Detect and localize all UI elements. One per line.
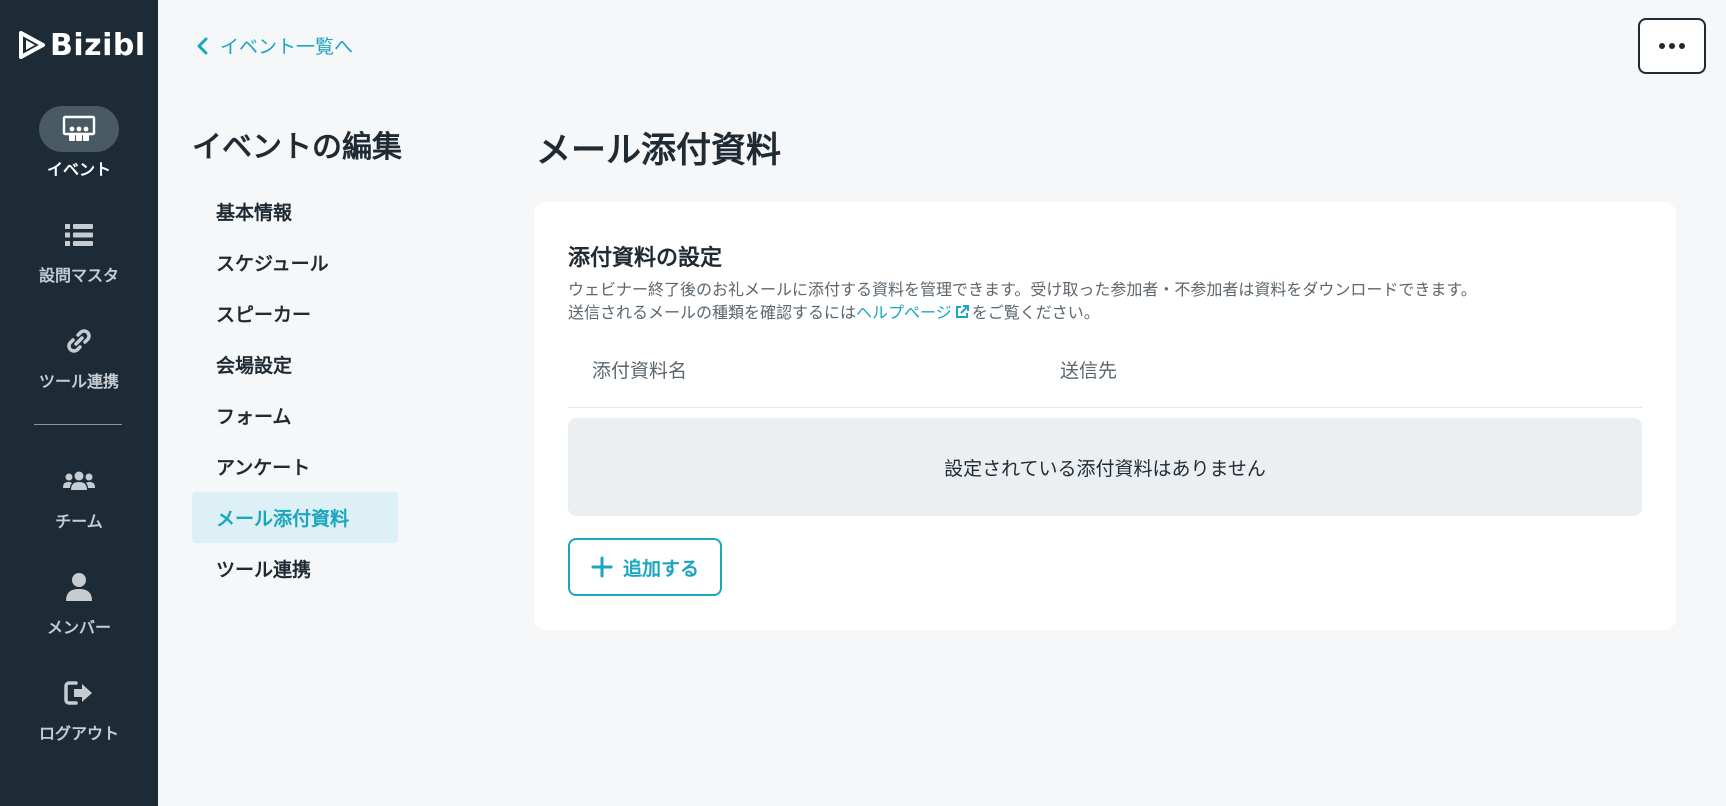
sidebar-item-label: チーム (55, 512, 103, 531)
attachment-settings-card: 添付資料の設定 ウェビナー終了後のお礼メールに添付する資料を管理できます。受け取… (534, 202, 1676, 630)
back-to-event-list-link[interactable]: イベント一覧へ (196, 32, 353, 59)
user-icon (66, 573, 92, 601)
nav-icon-wrap (39, 212, 119, 258)
sidebar-item-question-master[interactable]: 設問マスタ (0, 212, 158, 302)
section-item-basic-info[interactable]: 基本情報 (192, 186, 398, 237)
sidebar-item-event[interactable]: イベント (0, 106, 158, 196)
plus-icon (591, 556, 613, 578)
sidebar-item-logout[interactable]: ログアウト (0, 670, 158, 760)
add-attachment-button[interactable]: 追加する (568, 538, 722, 596)
list-icon (65, 224, 93, 246)
add-button-label: 追加する (622, 557, 699, 580)
link-icon (67, 329, 91, 353)
column-header-destination: 送信先 (1060, 360, 1118, 382)
sidebar-item-label: イベント (46, 160, 111, 179)
sidebar-item-member[interactable]: メンバー (0, 564, 158, 654)
section-item-form[interactable]: フォーム (192, 390, 398, 441)
more-dot-icon (1679, 43, 1685, 49)
sidebar-item-team[interactable]: チーム (0, 458, 158, 548)
more-dot-icon (1669, 43, 1675, 49)
card-description: ウェビナー終了後のお礼メールに添付する資料を管理できます。受け取った参加者・不参… (568, 278, 1477, 324)
team-icon (63, 471, 95, 490)
nav-icon-wrap (39, 318, 119, 364)
sidebar-divider (34, 424, 122, 425)
help-link-label: ヘルプページ (856, 303, 952, 322)
section-nav: 基本情報 スケジュール スピーカー 会場設定 フォーム アンケート メール添付資… (192, 186, 398, 594)
empty-state-message: 設定されている添付資料はありません (568, 418, 1642, 516)
help-page-link[interactable]: ヘルプページ (856, 303, 972, 322)
section-item-venue[interactable]: 会場設定 (192, 339, 398, 390)
logout-icon (64, 681, 92, 705)
section-item-mail-attachments[interactable]: メール添付資料 (192, 492, 398, 543)
nav-icon-wrap (39, 458, 119, 504)
column-header-name: 添付資料名 (592, 360, 688, 382)
nav-icon-wrap (39, 106, 119, 152)
more-dot-icon (1659, 43, 1665, 49)
sidebar-item-label: ログアウト (38, 724, 119, 743)
description-prefix: 送信されるメールの種類を確認するには (568, 303, 857, 322)
section-item-survey[interactable]: アンケート (192, 441, 398, 492)
logo[interactable]: Bizibl (18, 27, 146, 63)
sidebar-item-label: ツール連携 (38, 372, 119, 391)
nav-icon-wrap (39, 564, 119, 610)
section-item-tool-integration[interactable]: ツール連携 (192, 543, 398, 594)
section-item-schedule[interactable]: スケジュール (192, 237, 398, 288)
back-link-label: イベント一覧へ (220, 36, 354, 58)
chevron-left-icon (197, 37, 208, 54)
sidebar-item-label: メンバー (46, 618, 111, 637)
nav-icon-wrap (39, 670, 119, 716)
section-item-speaker[interactable]: スピーカー (192, 288, 398, 339)
sidebar-item-tool-integration[interactable]: ツール連携 (0, 318, 158, 408)
description-suffix: をご覧ください。 (971, 303, 1100, 322)
sidebar: Bizibl イベント 設問マスタ ツール連携 チーム メンバー ログアウト (0, 0, 158, 806)
more-options-button[interactable] (1638, 18, 1706, 74)
attachments-table-header: 添付資料名 送信先 (568, 332, 1642, 408)
description-line-1: ウェビナー終了後のお礼メールに添付する資料を管理できます。受け取った参加者・不参… (568, 280, 1477, 299)
external-link-icon (955, 305, 969, 318)
logo-text: Bizibl (50, 27, 146, 63)
event-presentation-icon (62, 115, 96, 141)
description-line-2: 送信されるメールの種類を確認するにはヘルプページ をご覧ください。 (568, 301, 1477, 324)
card-heading: 添付資料の設定 (568, 246, 723, 271)
sidebar-item-label: 設問マスタ (38, 266, 119, 285)
page-title: メール添付資料 (536, 131, 782, 171)
logo-mark-icon (19, 31, 45, 59)
section-nav-title: イベントの編集 (192, 130, 402, 165)
